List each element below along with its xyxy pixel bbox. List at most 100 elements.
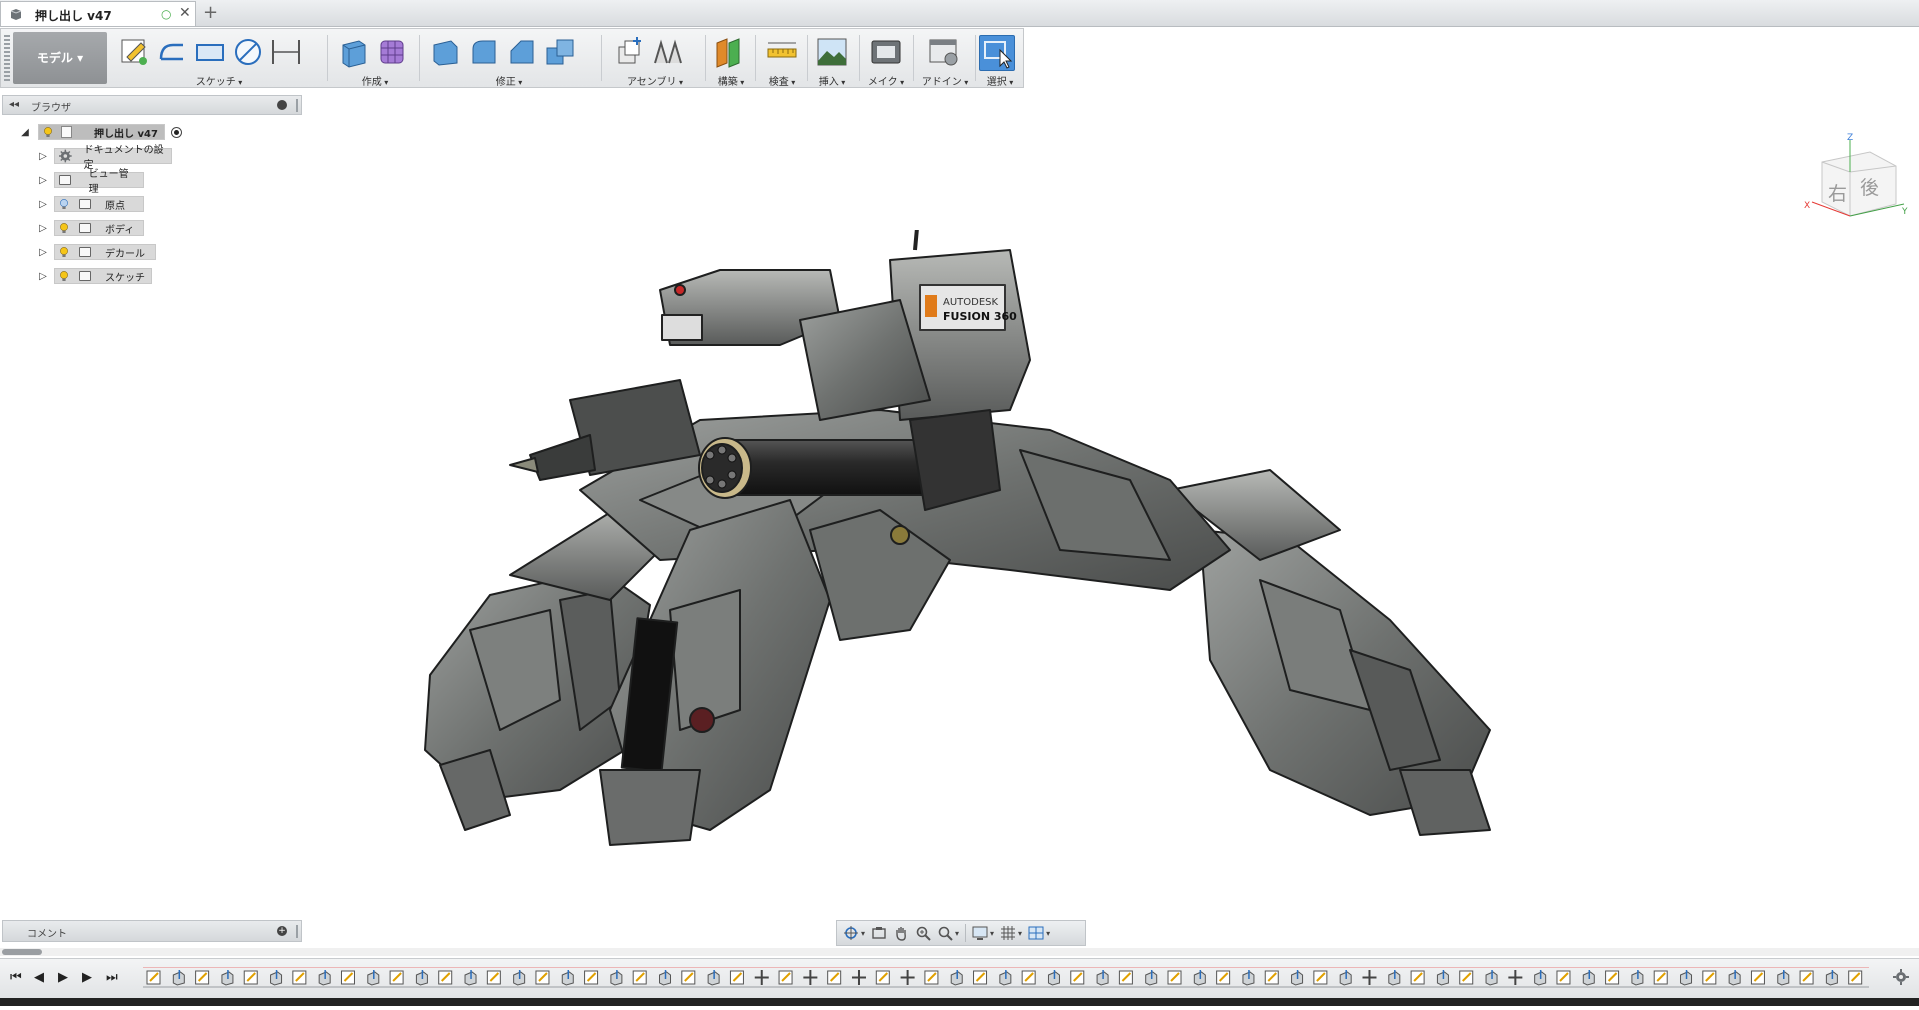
make-group-label[interactable]: メイク xyxy=(861,73,911,88)
timeline-feature-icon[interactable] xyxy=(1631,970,1644,986)
orbit-icon[interactable] xyxy=(843,925,859,941)
new-tab-button[interactable]: + xyxy=(203,2,218,23)
add-comment-button[interactable]: + xyxy=(277,926,287,936)
select-group-label[interactable]: 選択 xyxy=(977,73,1023,88)
timeline-feature-icon[interactable] xyxy=(1485,970,1498,986)
timeline-feature-icon[interactable] xyxy=(464,970,477,986)
timeline-feature-icon[interactable] xyxy=(1096,970,1109,986)
timeline-feature-icon[interactable] xyxy=(146,970,161,985)
timeline-feature-icon[interactable] xyxy=(1799,970,1814,985)
decals-node[interactable]: デカール xyxy=(54,244,156,260)
timeline-feature-icon[interactable] xyxy=(681,970,696,985)
timeline-feature-icon[interactable] xyxy=(535,970,550,985)
create-group-label[interactable]: 作成 xyxy=(335,73,415,88)
tree-item-sketches[interactable]: ▷ スケッチ xyxy=(36,267,152,285)
timeline-feature-icon[interactable] xyxy=(1508,970,1523,985)
timeline-feature-icon[interactable] xyxy=(1825,970,1838,986)
offset-plane-icon[interactable] xyxy=(713,35,747,69)
collapse-browser-button[interactable]: ◂◂ xyxy=(9,99,19,110)
bodies-node[interactable]: ボディ xyxy=(54,220,144,236)
timeline-feature-icon[interactable] xyxy=(1193,970,1206,986)
timeline-feature-icon[interactable] xyxy=(1436,970,1449,986)
inspect-group-label[interactable]: 検査 xyxy=(759,73,805,88)
timeline-feature-icon[interactable] xyxy=(1777,970,1790,986)
expand-triangle-icon[interactable]: ▷ xyxy=(36,271,50,282)
timeline-feature-icon[interactable] xyxy=(1167,970,1182,985)
timeline-feature-icon[interactable] xyxy=(1242,970,1255,986)
expand-triangle-icon[interactable]: ▷ xyxy=(36,151,50,162)
timeline-feature-icon[interactable] xyxy=(1534,970,1547,986)
expand-triangle-icon[interactable]: ▷ xyxy=(36,175,50,186)
timeline-feature-icon[interactable] xyxy=(438,970,453,985)
3d-print-icon[interactable] xyxy=(869,35,903,69)
timeline-feature-icon[interactable] xyxy=(1021,970,1036,985)
rectangle-icon[interactable] xyxy=(193,35,227,69)
line-icon[interactable] xyxy=(155,35,189,69)
timeline-feature-icon[interactable] xyxy=(1145,970,1158,986)
new-component-icon[interactable] xyxy=(613,35,647,69)
assemble-group-label[interactable]: アセンブリ xyxy=(609,73,701,88)
tree-root[interactable]: ◢ 押し出し v47 xyxy=(18,123,182,141)
assemble-group[interactable]: アセンブリ xyxy=(609,29,701,88)
timeline-feature-icon[interactable] xyxy=(415,970,428,986)
timeline-feature-icon[interactable] xyxy=(221,970,234,986)
timeline-feature-icon[interactable] xyxy=(1459,970,1474,985)
collapse-triangle-icon[interactable]: ◢ xyxy=(18,127,32,138)
visibility-bulb-icon[interactable] xyxy=(59,246,69,258)
timeline-previous-button[interactable]: ◀ xyxy=(34,970,44,985)
construct-group-label[interactable]: 構築 xyxy=(709,73,753,88)
dropdown-caret-icon[interactable]: ▾ xyxy=(955,929,959,938)
document-tab[interactable]: 押し出し v47 ○ ✕ xyxy=(0,1,196,26)
timeline-feature-icon[interactable] xyxy=(875,970,890,985)
timeline-feature-icon[interactable] xyxy=(1702,970,1717,985)
joint-icon[interactable] xyxy=(651,35,685,69)
document-settings-node[interactable]: ドキュメントの設定 xyxy=(54,145,172,171)
timeline-feature-icon[interactable] xyxy=(827,970,842,985)
press-pull-icon[interactable] xyxy=(429,35,463,69)
timeline-feature-icon[interactable] xyxy=(1728,970,1741,986)
timeline-feature-icon[interactable] xyxy=(1848,970,1863,985)
sketch-group[interactable]: スケッチ xyxy=(115,29,323,88)
timeline-feature-icon[interactable] xyxy=(1118,970,1133,985)
timeline-feature-icon[interactable] xyxy=(584,970,599,985)
timeline-last-button[interactable]: ⏭ xyxy=(106,970,118,985)
timeline-feature-icon[interactable] xyxy=(172,970,185,986)
combine-icon[interactable] xyxy=(543,35,577,69)
expand-triangle-icon[interactable]: ▷ xyxy=(36,247,50,258)
grid-icon[interactable] xyxy=(1000,925,1016,941)
timeline-feature-icon[interactable] xyxy=(195,970,210,985)
timeline-feature-icon[interactable] xyxy=(270,970,283,986)
timeline-feature-icon[interactable] xyxy=(973,970,988,985)
viewports-icon[interactable] xyxy=(1028,925,1044,941)
comments-panel-header[interactable]: コメント + xyxy=(2,920,302,942)
form-icon[interactable] xyxy=(375,35,409,69)
create-group[interactable]: 作成 xyxy=(335,29,415,88)
view-cube[interactable]: 右 後 Z X Y xyxy=(1800,132,1910,224)
timeline-feature-icon[interactable] xyxy=(950,970,963,986)
root-node[interactable]: 押し出し v47 xyxy=(38,124,165,140)
expand-triangle-icon[interactable]: ▷ xyxy=(36,199,50,210)
timeline-feature-icon[interactable] xyxy=(367,970,380,986)
visibility-bulb-icon[interactable] xyxy=(59,270,69,282)
modify-group[interactable]: 修正 xyxy=(427,29,591,88)
zoom-icon[interactable] xyxy=(915,925,931,941)
timeline-feature-icon[interactable] xyxy=(1410,970,1425,985)
timeline-feature-icon[interactable] xyxy=(1047,970,1060,986)
timeline-feature-icon[interactable] xyxy=(292,970,307,985)
timeline-feature-icon[interactable] xyxy=(778,970,793,985)
timeline-feature-icon[interactable] xyxy=(486,970,501,985)
timeline-feature-icon[interactable] xyxy=(318,970,331,986)
fillet-icon[interactable] xyxy=(467,35,501,69)
timeline-feature-icon[interactable] xyxy=(1362,970,1377,985)
viewcube-face-back[interactable]: 後 xyxy=(1860,177,1879,199)
fit-icon[interactable] xyxy=(937,925,953,941)
toolbar-grip[interactable] xyxy=(4,35,10,83)
timeline-feature-icon[interactable] xyxy=(1750,970,1765,985)
timeline-next-button[interactable]: ▶ xyxy=(82,970,92,985)
timeline-feature-icon[interactable] xyxy=(1556,970,1571,985)
named-views-node[interactable]: ビュー管理 xyxy=(54,169,144,195)
pan-hand-icon[interactable] xyxy=(893,925,909,941)
browser-options-icon[interactable] xyxy=(277,100,287,110)
timeline-feature-icon[interactable] xyxy=(1680,970,1693,986)
circle-icon[interactable] xyxy=(231,35,265,69)
